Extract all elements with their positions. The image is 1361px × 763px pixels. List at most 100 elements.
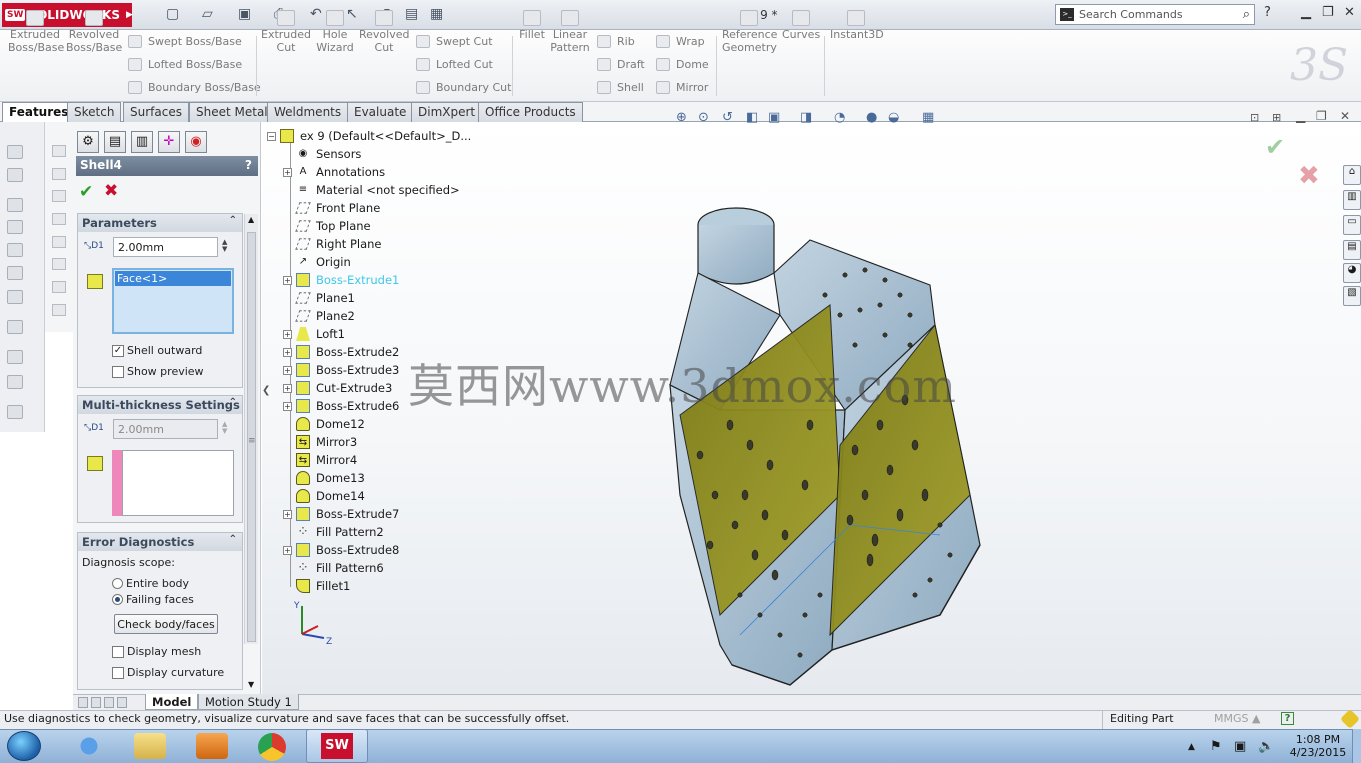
show-preview-checkbox[interactable]: Show preview <box>112 365 204 378</box>
tree-item[interactable]: + Cut-Extrude3 <box>283 379 392 397</box>
selected-face[interactable]: Face<1> <box>115 271 231 286</box>
nav-next-icon[interactable] <box>104 697 114 708</box>
tab-evaluate[interactable]: Evaluate <box>347 102 414 122</box>
left-tool-icon[interactable] <box>52 168 66 180</box>
media-player-icon[interactable] <box>196 733 228 759</box>
tree-item[interactable]: + Boss-Extrude7 <box>283 505 399 523</box>
tree-item[interactable]: Top Plane <box>283 217 371 235</box>
search-commands[interactable]: >_ Search Commands ⌕ <box>1055 4 1255 25</box>
hide-show-icon[interactable]: ◔ <box>834 110 845 125</box>
tree-item[interactable]: Right Plane <box>283 235 381 253</box>
tab-dimxpert[interactable]: DimXpert <box>411 102 483 122</box>
dimxpert-tab-icon[interactable]: ✛ <box>158 131 180 153</box>
left-tool-icon[interactable] <box>7 220 23 234</box>
show-desktop-button[interactable] <box>1352 729 1361 763</box>
shell-button[interactable]: Shell <box>597 81 644 94</box>
instant3d-button[interactable]: Instant3D <box>830 10 884 41</box>
doc-restore-icon[interactable]: ❐ <box>1316 109 1327 123</box>
dome-button[interactable]: Dome <box>656 58 709 71</box>
multi-thickness-input[interactable]: 2.00mm <box>113 419 218 439</box>
nav-prev-icon[interactable] <box>91 697 101 708</box>
tree-item[interactable]: + Boss-Extrude1 <box>283 271 399 289</box>
pm-scrollbar[interactable] <box>244 214 258 644</box>
expand-icon[interactable]: + <box>283 329 292 339</box>
left-tool-icon[interactable] <box>7 350 23 364</box>
left-tool-icon[interactable] <box>7 405 23 419</box>
mirror-button[interactable]: Mirror <box>656 81 708 94</box>
tree-item[interactable]: + Boss-Extrude2 <box>283 343 399 361</box>
save-icon[interactable]: ▣ <box>238 6 251 22</box>
file-explorer-icon[interactable]: ▭ <box>1343 215 1361 235</box>
reference-geometry-button[interactable]: Reference Geometry <box>722 10 777 54</box>
left-tool-icon[interactable] <box>7 290 23 304</box>
left-tool-icon[interactable] <box>7 168 23 182</box>
options-icon[interactable]: ▦ <box>430 6 443 22</box>
chrome-icon[interactable] <box>258 733 286 761</box>
file-explorer-taskbar-icon[interactable] <box>134 733 166 759</box>
lofted-cut-button[interactable]: Lofted Cut <box>416 58 493 71</box>
rib-button[interactable]: Rib <box>597 35 635 48</box>
wrap-button[interactable]: Wrap <box>656 35 705 48</box>
display-mesh-checkbox[interactable]: Display mesh <box>112 645 201 658</box>
boundary-cut-button[interactable]: Boundary Cut <box>416 81 511 94</box>
internet-explorer-icon[interactable] <box>73 733 105 759</box>
collapse-icon[interactable]: ⌃ <box>229 215 237 226</box>
thickness-input[interactable]: 2.00mm <box>113 237 218 257</box>
extruded-cut-button[interactable]: Extruded Cut <box>261 10 311 54</box>
view-settings-icon[interactable]: ▦ <box>922 110 934 125</box>
status-help-icon[interactable]: ? <box>1281 712 1294 725</box>
tree-item[interactable]: + Boss-Extrude6 <box>283 397 399 415</box>
home-icon[interactable]: ⌂ <box>1343 165 1361 185</box>
tree-item[interactable]: Fillet1 <box>283 577 350 595</box>
tree-item[interactable]: Plane2 <box>283 307 355 325</box>
nav-first-icon[interactable] <box>78 697 88 708</box>
help-button[interactable]: ? <box>245 158 252 172</box>
linear-pattern-button[interactable]: Linear Pattern <box>550 10 590 54</box>
tile-icon[interactable]: ⊡ <box>1250 111 1259 124</box>
left-tool-icon[interactable] <box>52 190 66 202</box>
left-tool-icon[interactable] <box>52 236 66 248</box>
left-tool-icon[interactable] <box>52 213 66 225</box>
fillet-button[interactable]: Fillet <box>518 10 546 41</box>
doc-close-icon[interactable]: ✕ <box>1340 109 1350 123</box>
view-palette-icon[interactable]: ▤ <box>1343 240 1361 260</box>
restore-icon[interactable]: ❐ <box>1322 5 1334 20</box>
appearances-icon[interactable]: ◕ <box>1343 263 1361 283</box>
zoom-area-icon[interactable]: ⊙ <box>698 110 709 125</box>
check-body-faces-button[interactable]: Check body/faces <box>114 614 218 634</box>
lofted-boss-button[interactable]: Lofted Boss/Base <box>128 58 242 71</box>
tray-expand-icon[interactable]: ▲ <box>1188 742 1195 752</box>
multi-thickness-faces-box[interactable] <box>122 450 234 516</box>
left-tool-icon[interactable] <box>7 145 23 159</box>
tree-root[interactable]: − ex 9 (Default<<Default>_D... <box>267 127 471 145</box>
expand-icon[interactable]: + <box>283 401 292 411</box>
tab-surfaces[interactable]: Surfaces <box>123 102 189 122</box>
draft-button[interactable]: Draft <box>597 58 645 71</box>
section-view-icon[interactable]: ◧ <box>746 110 758 125</box>
left-tool-icon[interactable] <box>52 145 66 157</box>
volume-muted-icon[interactable]: 🔈 <box>1258 739 1274 754</box>
error-diagnostics-header[interactable]: Error Diagnostics ⌃ <box>78 533 242 551</box>
left-tool-icon[interactable] <box>7 320 23 334</box>
network-icon[interactable]: ▣ <box>1234 739 1246 754</box>
tab-motion-study[interactable]: Motion Study 1 <box>198 694 299 710</box>
tree-item[interactable]: Dome14 <box>283 487 365 505</box>
left-tool-icon[interactable] <box>52 281 66 293</box>
left-tool-icon[interactable] <box>7 243 23 257</box>
panel-splitter-icon[interactable]: ❮ <box>262 385 270 396</box>
expand-icon[interactable]: + <box>283 365 292 375</box>
hole-wizard-button[interactable]: Hole Wizard <box>314 10 356 54</box>
link-views-icon[interactable]: ⊞ <box>1272 111 1281 124</box>
search-input[interactable]: Search Commands <box>1079 8 1183 21</box>
tree-item[interactable]: Dome13 <box>283 469 365 487</box>
display-manager-tab-icon[interactable]: ◉ <box>185 131 207 153</box>
tree-item[interactable]: ↗ Origin <box>283 253 351 271</box>
faces-selection-box[interactable]: Face<1> <box>112 268 234 334</box>
extruded-boss-button[interactable]: Extruded Boss/Base <box>8 10 64 54</box>
open-icon[interactable]: ▱ <box>202 6 213 22</box>
tab-features[interactable]: Features <box>2 102 76 122</box>
doc-minimize-icon[interactable]: ▁ <box>1296 109 1305 123</box>
swept-boss-button[interactable]: Swept Boss/Base <box>128 35 242 48</box>
collapse-icon[interactable]: ⌃ <box>229 534 237 545</box>
tab-sheet-metal[interactable]: Sheet Metal <box>189 102 275 122</box>
